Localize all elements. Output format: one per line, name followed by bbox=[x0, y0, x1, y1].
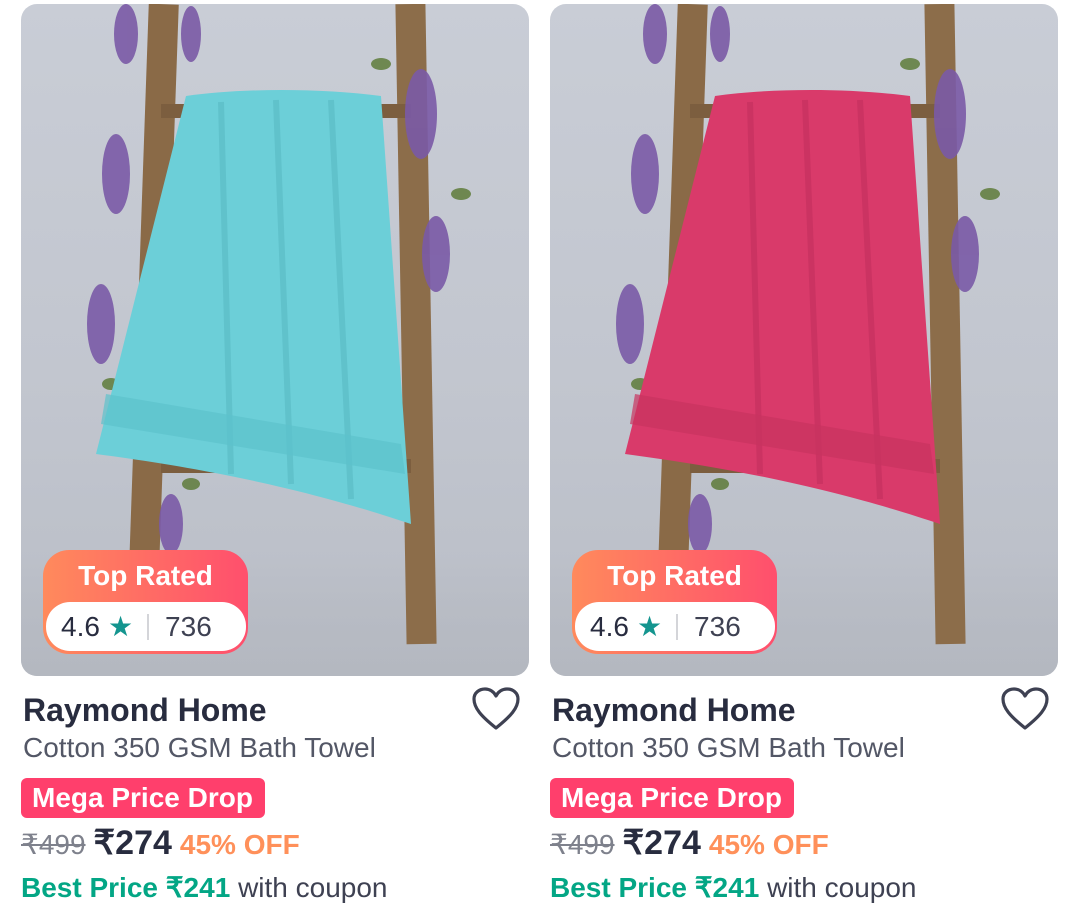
best-price-row: Best Price ₹241 with coupon bbox=[21, 870, 529, 906]
heart-icon[interactable] bbox=[471, 686, 521, 732]
price: ₹274 bbox=[622, 824, 701, 862]
product-name: Cotton 350 GSM Bath Towel bbox=[23, 732, 376, 763]
rating-pill: 4.6 ★ 736 bbox=[46, 602, 246, 651]
price-row: ₹499 ₹274 45% OFF bbox=[550, 824, 1058, 864]
mrp: ₹499 bbox=[21, 829, 86, 860]
product-image[interactable]: Top Rated 4.6 ★ 736 bbox=[21, 4, 529, 676]
rating-value: 4.6 bbox=[590, 610, 629, 642]
mrp: ₹499 bbox=[550, 829, 615, 860]
rating-count: 736 bbox=[165, 610, 212, 642]
product-brand: Raymond Home bbox=[23, 692, 267, 728]
mega-price-drop-tag: Mega Price Drop bbox=[550, 778, 794, 818]
price: ₹274 bbox=[93, 824, 172, 862]
badge-label: Top Rated bbox=[607, 560, 742, 591]
product-info: Raymond Home Cotton 350 GSM Bath Towel M… bbox=[550, 687, 1058, 920]
product-brand: Raymond Home bbox=[552, 692, 796, 728]
top-rated-badge: Top Rated 4.6 ★ 736 bbox=[43, 550, 248, 654]
product-image[interactable]: Top Rated 4.6 ★ 736 bbox=[550, 4, 1058, 676]
star-icon: ★ bbox=[107, 610, 134, 642]
rating-value: 4.6 bbox=[61, 610, 100, 642]
discount: 45% OFF bbox=[179, 829, 300, 860]
heart-icon[interactable] bbox=[1000, 686, 1050, 732]
rating-count: 736 bbox=[694, 610, 741, 642]
best-price: Best Price ₹241 bbox=[550, 872, 760, 903]
coupon-text: with coupon bbox=[767, 872, 917, 903]
product-card[interactable]: Top Rated 4.6 ★ 736 Raymond Home Cotton … bbox=[550, 4, 1058, 920]
product-name: Cotton 350 GSM Bath Towel bbox=[552, 732, 905, 763]
divider bbox=[147, 613, 150, 640]
top-rated-badge: Top Rated 4.6 ★ 736 bbox=[572, 550, 777, 654]
coupon-text: with coupon bbox=[238, 872, 388, 903]
product-info: Raymond Home Cotton 350 GSM Bath Towel M… bbox=[21, 687, 529, 920]
badge-label: Top Rated bbox=[78, 560, 213, 591]
product-card[interactable]: Top Rated 4.6 ★ 736 Raymond Home Cotton … bbox=[21, 4, 529, 920]
divider bbox=[676, 613, 679, 640]
best-price-row: Best Price ₹241 with coupon bbox=[550, 870, 1058, 906]
price-row: ₹499 ₹274 45% OFF bbox=[21, 824, 529, 864]
discount: 45% OFF bbox=[708, 829, 829, 860]
rating-pill: 4.6 ★ 736 bbox=[575, 602, 775, 651]
mega-price-drop-tag: Mega Price Drop bbox=[21, 778, 265, 818]
best-price: Best Price ₹241 bbox=[21, 872, 231, 903]
star-icon: ★ bbox=[636, 610, 663, 642]
